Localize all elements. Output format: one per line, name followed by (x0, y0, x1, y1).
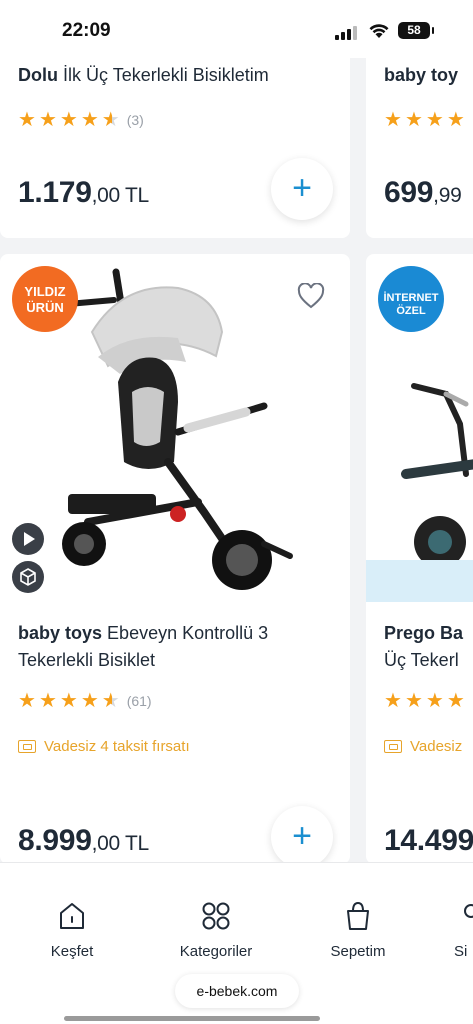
tab-label: Si (454, 943, 468, 960)
star-icon: ★ (446, 690, 465, 712)
home-icon (60, 903, 84, 929)
price-main: 1.179 (18, 176, 92, 209)
status-time: 22:09 (62, 20, 111, 41)
product-title: baby toys Ebeveyn Kontrollü 3 Tekerlekli… (18, 620, 338, 674)
rating-stars: ★ ★ ★ ★ (384, 110, 465, 130)
product-title: baby toy (384, 62, 473, 89)
star-half-icon: ★ (101, 690, 120, 712)
tab-label: Kategoriler (179, 943, 253, 960)
star-icon: ★ (38, 109, 57, 131)
installment-offer: Vadesiz 4 taksit fırsatı (18, 738, 190, 755)
star-icon: ★ (425, 690, 444, 712)
browser-url-pill[interactable]: e-bebek.com (175, 974, 299, 1008)
star-icon: ★ (80, 690, 99, 712)
battery-indicator: 58 (398, 22, 434, 39)
installment-offer: Vadesiz (384, 738, 462, 755)
tab-kategoriler[interactable]: Kategoriler (168, 899, 264, 960)
price-main: 8.999 (18, 824, 92, 857)
star-icon: ★ (59, 690, 78, 712)
tab-sepetim[interactable]: Sepetim (322, 899, 394, 960)
bag-icon (347, 901, 369, 930)
product-price: 1.179,00 TL (18, 176, 149, 210)
star-half-icon: ★ (101, 109, 120, 131)
price-main: 14.499 (384, 824, 473, 857)
play-video-button[interactable] (12, 523, 44, 555)
tricycle-image[interactable] (366, 364, 473, 564)
star-product-badge: YILDIZ ÜRÜN (12, 266, 78, 332)
star-icon: ★ (38, 690, 57, 712)
product-price: 14.499 (384, 824, 473, 858)
product-name: Üç Tekerl (384, 650, 459, 670)
product-brand: baby toy (384, 65, 459, 85)
product-brand: Dolu (18, 65, 58, 85)
product-card-prego-partial[interactable]: Prego Ba Üç Tekerl ★ ★ ★ ★ Vadesiz 14.49… (366, 254, 473, 864)
star-icon: ★ (404, 109, 423, 131)
price-decimal: ,00 TL (91, 832, 150, 855)
promo-strip (366, 560, 473, 602)
product-brand: Prego Ba (384, 623, 464, 643)
add-to-cart-button[interactable]: + (271, 806, 333, 864)
price-decimal: ,99 (433, 184, 462, 207)
star-icon: ★ (384, 109, 402, 131)
tab-label: Sepetim (330, 943, 386, 960)
star-icon: ★ (80, 109, 99, 131)
rating-stars: ★ ★ ★ ★ ★ (61) (18, 691, 152, 711)
installment-text: Vadesiz (410, 738, 463, 755)
product-name: İlk Üç Tekerlekli Bisikletim (63, 65, 269, 85)
add-to-cart-button[interactable]: + (271, 158, 333, 220)
installment-text: Vadesiz 4 taksit fırsatı (44, 738, 190, 755)
product-title: Prego Ba Üç Tekerl (384, 620, 473, 674)
product-title: Dolu İlk Üç Tekerlekli Bisikletim (18, 62, 348, 89)
tab-partial[interactable]: Si (454, 899, 473, 960)
play-icon (24, 532, 35, 546)
cube-icon (20, 568, 36, 586)
rating-stars: ★ ★ ★ ★ (384, 691, 465, 711)
star-icon: ★ (425, 109, 444, 131)
star-icon: ★ (404, 690, 423, 712)
product-price: 699,99 (384, 176, 462, 210)
user-icon (464, 904, 473, 918)
rating-stars: ★ ★ ★ ★ ★ (3) (18, 110, 144, 130)
tab-label: Keşfet (50, 943, 94, 960)
heart-icon[interactable] (297, 283, 325, 309)
star-icon: ★ (18, 109, 36, 131)
product-card-babytoy-partial[interactable]: baby toy ★ ★ ★ ★ 699,99 (366, 50, 473, 238)
star-icon: ★ (384, 690, 402, 712)
star-icon: ★ (59, 109, 78, 131)
product-card-babytoys[interactable]: baby toys Ebeveyn Kontrollü 3 Tekerlekli… (0, 254, 350, 864)
signal-icon (335, 26, 357, 40)
tab-kesfet[interactable]: Keşfet (42, 899, 102, 960)
star-icon: ★ (446, 109, 465, 131)
internet-exclusive-badge: İNTERNET ÖZEL (378, 266, 444, 332)
view-3d-button[interactable] (12, 561, 44, 593)
price-main: 699 (384, 176, 434, 209)
star-icon: ★ (18, 690, 36, 712)
product-brand: baby toys (18, 623, 103, 643)
review-count: (3) (126, 112, 144, 128)
installment-icon (384, 740, 402, 753)
grid-icon (202, 902, 230, 930)
product-price: 8.999,00 TL (18, 824, 149, 858)
product-card-dolu[interactable]: Dolu İlk Üç Tekerlekli Bisikletim ★ ★ ★ … (0, 50, 350, 238)
price-decimal: ,00 TL (91, 184, 150, 207)
installment-icon (18, 740, 36, 753)
wifi-icon (369, 24, 389, 38)
review-count: (61) (126, 693, 152, 709)
home-indicator (64, 1016, 320, 1021)
